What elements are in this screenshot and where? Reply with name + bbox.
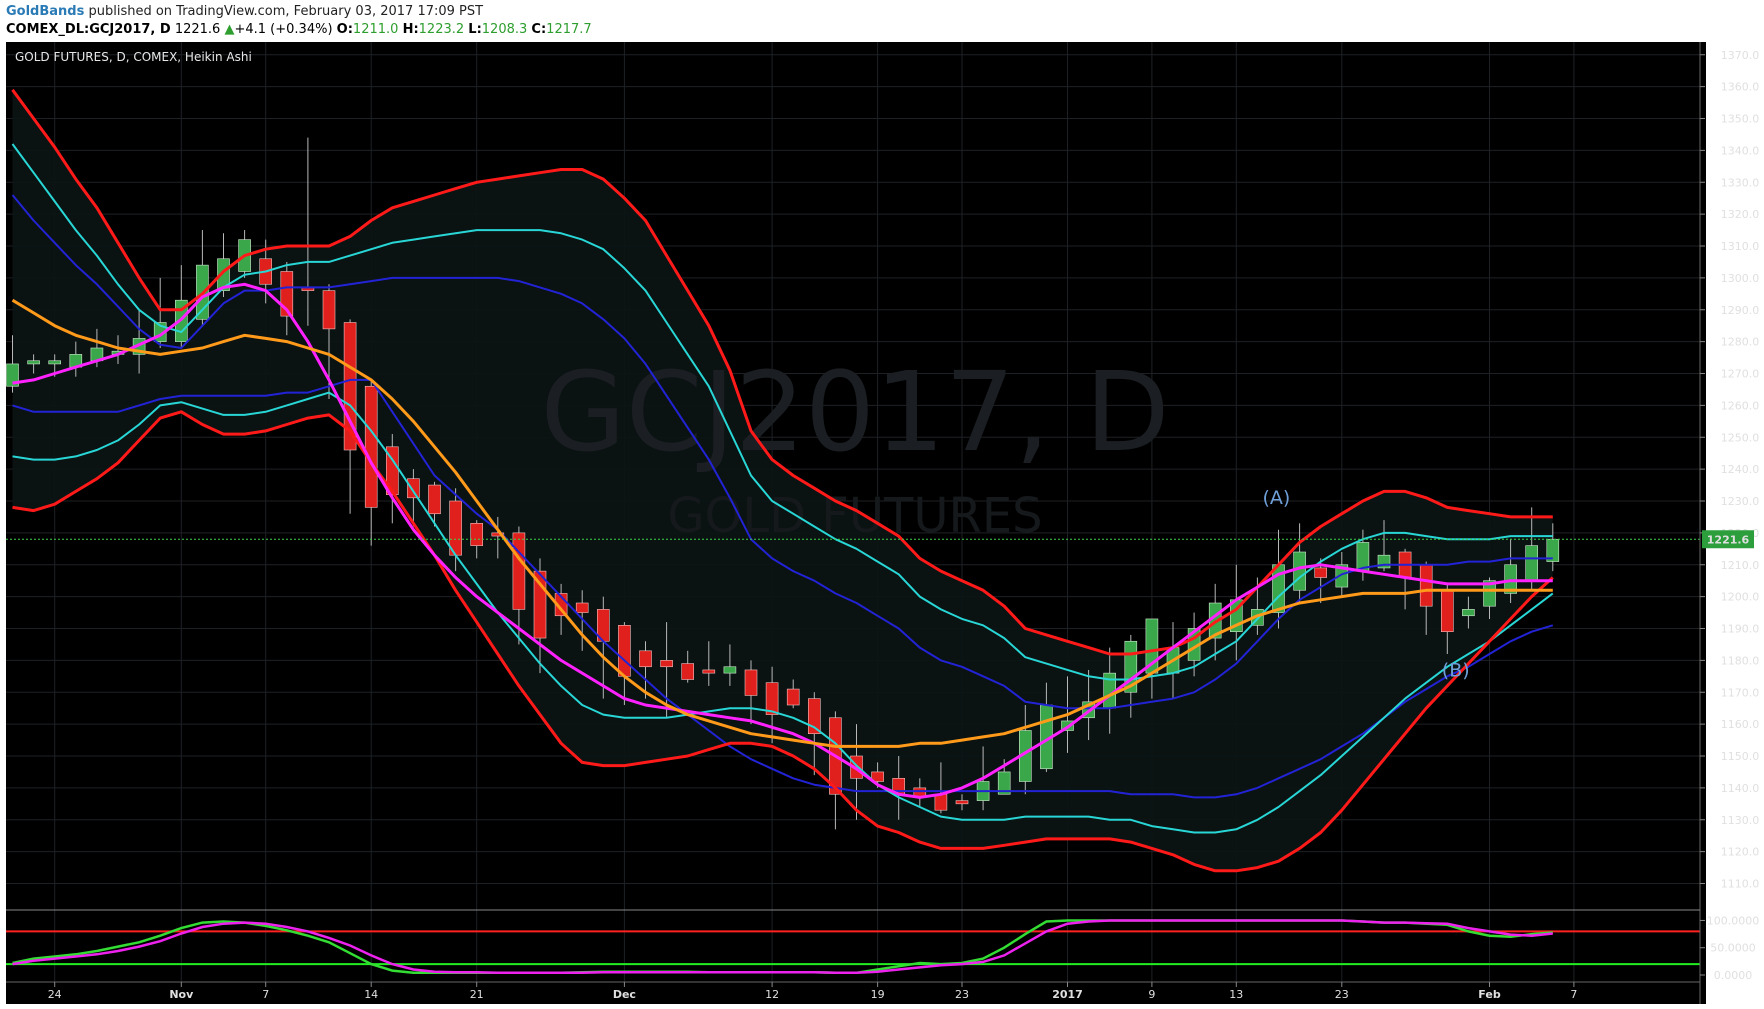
time-tick-label: 9 bbox=[1148, 988, 1155, 1001]
price-tick-label: 1330.0 bbox=[1721, 176, 1760, 189]
price-tick-label: 1240.0 bbox=[1721, 463, 1760, 476]
time-tick-label: 23 bbox=[955, 988, 969, 1001]
time-tick-label: 24 bbox=[48, 988, 62, 1001]
candle-body bbox=[48, 360, 62, 365]
price-tick-label: 1300.0 bbox=[1721, 272, 1760, 285]
candle-body bbox=[27, 360, 40, 365]
candle-body bbox=[681, 663, 695, 680]
candle-body bbox=[618, 625, 631, 677]
candle-body bbox=[364, 385, 378, 508]
price-tick-label: 1120.0 bbox=[1721, 846, 1760, 859]
close-value: 1217.7 bbox=[546, 22, 592, 37]
price-tick-label: 1310.0 bbox=[1721, 240, 1760, 253]
candle-body bbox=[1462, 609, 1475, 617]
oscillator-tick-label: 50.0000 bbox=[1710, 942, 1756, 955]
oscillator-tick-label: 0.0000 bbox=[1714, 969, 1753, 982]
author-link[interactable]: GoldBands bbox=[6, 4, 84, 19]
time-tick-label: Feb bbox=[1478, 988, 1501, 1001]
price-tick-label: 1320.0 bbox=[1721, 208, 1760, 221]
price-tick-label: 1160.0 bbox=[1721, 718, 1760, 731]
candle-body bbox=[428, 484, 441, 515]
chart-header: GoldBands published on TradingView.com, … bbox=[0, 0, 1764, 42]
price-tick-label: 1210.0 bbox=[1721, 559, 1760, 572]
candle-body bbox=[702, 669, 716, 674]
wave-label: (A) bbox=[1262, 487, 1290, 509]
price-tick-label: 1280.0 bbox=[1721, 336, 1760, 349]
price-change: +4.1 (+0.34%) bbox=[234, 22, 333, 37]
candle-body bbox=[512, 532, 526, 610]
time-tick-label: Nov bbox=[169, 988, 194, 1001]
price-tick-label: 1190.0 bbox=[1721, 623, 1760, 636]
low-label: L: bbox=[468, 22, 482, 37]
watermark-symbol: GCJ2017, D bbox=[540, 348, 1169, 476]
time-tick-label: 2017 bbox=[1052, 988, 1083, 1001]
close-label: C: bbox=[531, 22, 547, 37]
price-tick-label: 1140.0 bbox=[1721, 782, 1760, 795]
oscillator-tick-label: 100.0000 bbox=[1707, 914, 1760, 927]
low-value: 1208.3 bbox=[481, 22, 528, 37]
price-tick-label: 1130.0 bbox=[1721, 814, 1760, 827]
price-tick-label: 1350.0 bbox=[1721, 113, 1760, 126]
open-label: O: bbox=[336, 22, 353, 37]
last-price: 1221.6 bbox=[174, 22, 221, 37]
candle-body bbox=[470, 523, 484, 546]
open-value: 1211.0 bbox=[352, 22, 399, 37]
candle-body bbox=[786, 688, 800, 706]
time-tick-label: Dec bbox=[613, 988, 636, 1001]
price-tick-label: 1150.0 bbox=[1721, 750, 1760, 763]
high-label: H: bbox=[402, 22, 419, 37]
price-tick-label: 1270.0 bbox=[1721, 368, 1760, 381]
candle-body bbox=[407, 478, 420, 499]
high-value: 1223.2 bbox=[418, 22, 465, 37]
price-tick-label: 1370.0 bbox=[1721, 49, 1760, 62]
price-tick-label: 1180.0 bbox=[1721, 654, 1760, 667]
time-tick-label: 21 bbox=[470, 988, 484, 1001]
candle-body bbox=[955, 800, 969, 805]
price-tick-label: 1200.0 bbox=[1721, 591, 1760, 604]
up-arrow-icon: ▲ bbox=[224, 22, 235, 37]
candle-body bbox=[1441, 589, 1454, 632]
candle-body bbox=[1293, 551, 1306, 591]
price-tick-label: 1110.0 bbox=[1721, 878, 1760, 891]
time-tick-label: 7 bbox=[262, 988, 269, 1001]
price-tick-label: 1290.0 bbox=[1721, 304, 1760, 317]
time-tick-label: 7 bbox=[1570, 988, 1577, 1001]
candle-body bbox=[934, 793, 948, 811]
time-tick-label: 19 bbox=[871, 988, 885, 1001]
time-tick-label: 23 bbox=[1335, 988, 1349, 1001]
time-tick-label: 14 bbox=[364, 988, 378, 1001]
time-tick-label: 13 bbox=[1229, 988, 1243, 1001]
candle-body bbox=[1525, 545, 1538, 581]
candle-body bbox=[322, 290, 336, 330]
candle-body bbox=[639, 650, 652, 668]
candle-body bbox=[1419, 564, 1433, 607]
watermark-subtitle: GOLD FUTURES bbox=[667, 488, 1042, 544]
price-tick-label: 1260.0 bbox=[1721, 399, 1760, 412]
publish-line: GoldBands published on TradingView.com, … bbox=[6, 4, 483, 19]
candle-body bbox=[1314, 567, 1327, 578]
price-chart[interactable]: GCJ2017, D GOLD FUTURES (A) (B) 1110.0 112… bbox=[0, 42, 1764, 1009]
symbol-quote-line: COMEX_DL:GCJ2017, D 1221.6 ▲+4.1 (+0.34%… bbox=[6, 22, 592, 37]
price-tick-label: 1230.0 bbox=[1721, 495, 1760, 508]
last-price-tag-label: 1221.6 bbox=[1707, 533, 1750, 546]
wave-label: (B) bbox=[1442, 659, 1470, 681]
candle-body bbox=[723, 666, 737, 674]
candle-body bbox=[575, 602, 589, 613]
price-tick-label: 1340.0 bbox=[1721, 144, 1760, 157]
symbol-label: COMEX_DL:GCJ2017, D bbox=[6, 22, 171, 37]
candle-body bbox=[744, 669, 758, 696]
candle-body bbox=[660, 660, 673, 668]
published-text: published on TradingView.com, February 0… bbox=[88, 4, 484, 19]
chart-title: GOLD FUTURES, D, COMEX, Heikin Ashi bbox=[15, 50, 252, 64]
price-tick-label: 1360.0 bbox=[1721, 81, 1760, 94]
price-tick-label: 1250.0 bbox=[1721, 431, 1760, 444]
price-tick-label: 1170.0 bbox=[1721, 686, 1760, 699]
time-tick-label: 12 bbox=[765, 988, 779, 1001]
